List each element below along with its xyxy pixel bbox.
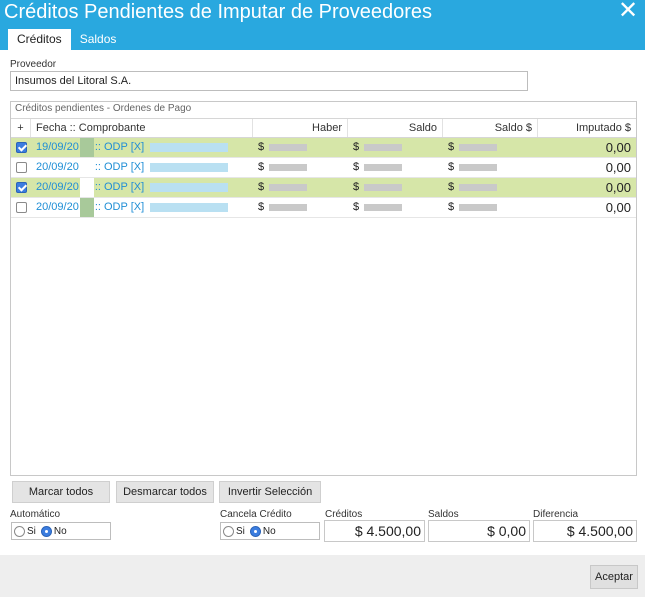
redacted-block — [79, 198, 94, 217]
automatico-si-radio[interactable] — [14, 525, 25, 537]
saldos-total: $ 0,00 — [428, 520, 530, 542]
row-date-link[interactable]: 20/09/20 — [36, 161, 79, 173]
col-header-comprobante[interactable]: Fecha :: Comprobante — [31, 119, 253, 137]
row-date-link[interactable]: 20/09/20 — [36, 201, 79, 213]
row-imputado[interactable]: 0,00 — [538, 198, 636, 217]
currency-symbol: $ — [258, 141, 265, 153]
currency-symbol: $ — [353, 161, 360, 173]
currency-symbol: $ — [353, 181, 360, 193]
currency-symbol: $ — [258, 161, 265, 173]
cancela-si-radio[interactable] — [223, 525, 234, 537]
table-row[interactable]: 19/09/20:: ODP [X] $ $ $ 0,00 — [11, 138, 636, 158]
redacted-amount — [269, 184, 308, 191]
currency-symbol: $ — [353, 141, 360, 153]
automatico-label: Automático — [10, 509, 61, 520]
radio-label-si: Si — [27, 525, 36, 537]
saldos-total-label: Saldos — [428, 509, 459, 520]
tab-creditos[interactable]: Créditos — [8, 29, 71, 50]
invertir-seleccion-button[interactable]: Invertir Selección — [219, 481, 321, 503]
redacted-amount — [269, 164, 308, 171]
redacted-amount — [459, 144, 498, 151]
marcar-todos-button[interactable]: Marcar todos — [12, 481, 110, 503]
redacted-amount — [364, 184, 403, 191]
grid-header: + Fecha :: Comprobante Haber Saldo Saldo… — [11, 118, 636, 138]
creditos-total-label: Créditos — [325, 509, 363, 520]
col-header-plus[interactable]: + — [11, 119, 31, 137]
desmarcar-todos-button[interactable]: Desmarcar todos — [116, 481, 214, 503]
tab-saldos[interactable]: Saldos — [71, 29, 126, 50]
redacted-block — [150, 182, 229, 192]
redacted-amount — [459, 184, 498, 191]
row-imputado[interactable]: 0,00 — [538, 158, 636, 177]
cancela-credito-radio-group: Si No — [220, 522, 320, 540]
redacted-block — [150, 162, 229, 172]
col-header-saldo[interactable]: Saldo — [348, 119, 443, 137]
redacted-block — [150, 202, 229, 212]
currency-symbol: $ — [353, 201, 360, 213]
currency-symbol: $ — [448, 161, 455, 173]
redacted-amount — [364, 164, 403, 171]
redacted-block — [150, 142, 229, 152]
redacted-amount — [364, 204, 403, 211]
col-header-saldo-pesos[interactable]: Saldo $ — [443, 119, 538, 137]
redacted-block — [79, 138, 94, 157]
title-bar: Créditos Pendientes de Imputar de Provee… — [0, 0, 645, 50]
row-comprobante-link[interactable]: :: ODP [X] — [95, 141, 144, 153]
redacted-amount — [459, 204, 498, 211]
redacted-amount — [364, 144, 403, 151]
col-header-imputado[interactable]: Imputado $ — [538, 119, 636, 137]
diferencia-total: $ 4.500,00 — [533, 520, 637, 542]
col-header-haber[interactable]: Haber — [253, 119, 348, 137]
currency-symbol: $ — [258, 181, 265, 193]
radio-label-no: No — [53, 525, 67, 537]
currency-symbol: $ — [448, 181, 455, 193]
row-checkbox[interactable] — [15, 182, 27, 193]
grid-rows: 19/09/20:: ODP [X] $ $ $ 0,00 20/09/20::… — [11, 138, 636, 218]
row-checkbox[interactable] — [15, 162, 27, 173]
redacted-amount — [459, 164, 498, 171]
row-imputado[interactable]: 0,00 — [538, 138, 636, 157]
cancela-no-radio[interactable] — [249, 525, 261, 537]
close-icon[interactable]: ✕ — [617, 0, 639, 23]
creditos-grid: Créditos pendientes - Ordenes de Pago + … — [10, 101, 637, 476]
dialog-footer: Aceptar — [0, 555, 645, 597]
table-row[interactable]: 20/09/20:: ODP [X] $ $ $ 0,00 — [11, 198, 636, 218]
cancela-credito-label: Cancela Crédito — [220, 509, 292, 520]
tab-strip: Créditos Saldos — [8, 29, 125, 50]
proveedor-field[interactable]: Insumos del Litoral S.A. — [10, 71, 528, 91]
currency-symbol: $ — [448, 141, 455, 153]
redacted-amount — [269, 204, 308, 211]
currency-symbol: $ — [448, 201, 455, 213]
row-comprobante-link[interactable]: :: ODP [X] — [95, 201, 144, 213]
radio-label-si: Si — [236, 525, 245, 537]
redacted-block — [79, 178, 94, 197]
redacted-block — [79, 158, 94, 177]
row-comprobante-link[interactable]: :: ODP [X] — [95, 181, 144, 193]
proveedor-label: Proveedor — [10, 59, 57, 70]
creditos-total: $ 4.500,00 — [324, 520, 425, 542]
diferencia-label: Diferencia — [533, 509, 579, 520]
window-title: Créditos Pendientes de Imputar de Provee… — [4, 1, 433, 23]
row-date-link[interactable]: 19/09/20 — [36, 141, 79, 153]
row-date-link[interactable]: 20/09/20 — [36, 181, 79, 193]
grid-caption: Créditos pendientes - Ordenes de Pago — [15, 103, 192, 114]
aceptar-button[interactable]: Aceptar — [590, 565, 638, 589]
currency-symbol: $ — [258, 201, 265, 213]
row-comprobante-link[interactable]: :: ODP [X] — [95, 161, 144, 173]
automatico-radio-group: Si No — [11, 522, 111, 540]
table-row[interactable]: 20/09/20:: ODP [X] $ $ $ 0,00 — [11, 158, 636, 178]
radio-label-no: No — [262, 525, 276, 537]
row-checkbox[interactable] — [15, 142, 27, 153]
automatico-no-radio[interactable] — [40, 525, 52, 537]
row-imputado[interactable]: 0,00 — [538, 178, 636, 197]
redacted-amount — [269, 144, 308, 151]
table-row[interactable]: 20/09/20:: ODP [X] $ $ $ 0,00 — [11, 178, 636, 198]
row-checkbox[interactable] — [15, 202, 27, 213]
